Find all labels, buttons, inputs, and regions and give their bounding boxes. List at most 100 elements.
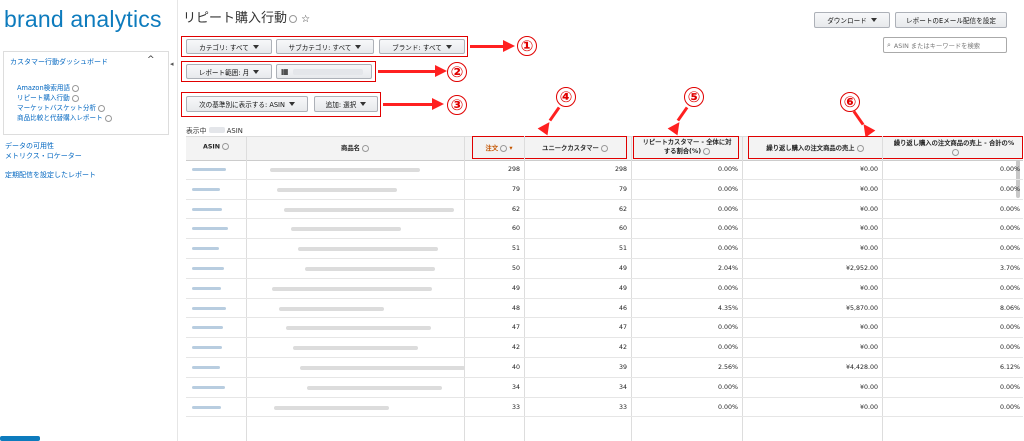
sidebar-item-market-basket[interactable]: マーケットバスケット分析 [17, 102, 106, 112]
cell-unique: 60 [618, 225, 627, 233]
asin-link[interactable] [192, 227, 228, 231]
asin-link[interactable] [192, 385, 225, 389]
arrowhead-icon [432, 98, 444, 110]
category-dropdown[interactable]: カテゴリ: すべて [186, 39, 272, 54]
asin-link[interactable] [192, 405, 221, 409]
results-count: 表示中 ASIN [186, 127, 243, 135]
cell-unique: 39 [618, 364, 627, 371]
asin-link[interactable] [192, 326, 223, 330]
info-icon [703, 147, 711, 155]
cell-sales: ¥4,428.00 [845, 364, 878, 371]
asin-link[interactable] [192, 286, 221, 290]
cell-orders: 298 [507, 166, 520, 173]
column-header-orders[interactable]: 注文 ▾ [476, 143, 522, 152]
subcategory-dropdown[interactable]: サブカテゴリ: すべて [276, 39, 374, 54]
cell-sales: ¥0.00 [859, 383, 878, 391]
email-schedule-button[interactable]: レポートのEメール配信を設定 [895, 12, 1007, 28]
asin-link[interactable] [192, 306, 226, 310]
cell-unique: 33 [618, 403, 627, 411]
report-range-dropdown[interactable]: レポート範囲: 月 [186, 64, 272, 79]
cell-sales: ¥2,952.00 [845, 265, 878, 272]
chevron-up-icon[interactable]: ^ [147, 55, 155, 65]
asin-link[interactable] [192, 247, 219, 251]
cell-pct: 0.00% [717, 166, 738, 173]
cell-pct: 4.35% [717, 304, 738, 312]
arrowhead-icon [667, 118, 685, 136]
info-icon [222, 143, 230, 150]
sidebar-item-search-terms[interactable]: Amazon検索用語 [17, 82, 80, 92]
caret-down-icon [870, 18, 877, 22]
calendar-icon: ▦ [281, 67, 289, 76]
cell-unique: 49 [618, 284, 627, 292]
view-by-dropdown[interactable]: 次の基準別に表示する: ASIN [186, 96, 308, 112]
asin-link[interactable] [192, 168, 226, 171]
asin-link[interactable] [192, 366, 220, 369]
info-icon [361, 144, 369, 152]
cell-sales: ¥0.00 [859, 403, 878, 411]
info-icon [71, 94, 79, 102]
product-name [300, 366, 465, 370]
sort-desc-icon: ▾ [509, 145, 513, 152]
annotation-marker-2: ② [447, 62, 467, 82]
feedback-tab[interactable] [0, 436, 40, 441]
cell-share: 6.12% [999, 364, 1020, 371]
cell-sales: ¥0.00 [859, 205, 878, 213]
sidebar-link-metrics-locator[interactable]: メトリクス・ロケーター [5, 151, 82, 161]
cell-sales: ¥0.00 [859, 166, 878, 173]
cell-sales: ¥0.00 [859, 245, 878, 253]
cell-pct: 0.00% [717, 383, 738, 391]
cell-orders: 48 [511, 304, 520, 312]
column-header-product-name[interactable]: 商品名 [250, 143, 460, 152]
caret-down-icon [355, 44, 362, 49]
date-picker[interactable]: ▦ [276, 64, 372, 79]
annotation-marker-1: ① [517, 36, 537, 56]
caret-down-icon [253, 69, 260, 74]
product-name [272, 286, 432, 291]
cell-share: 0.00% [999, 245, 1020, 253]
column-header-asin[interactable]: ASIN [190, 143, 242, 151]
brand-analytics-logo: brand analytics [4, 6, 162, 32]
cell-sales: ¥0.00 [859, 284, 878, 292]
search-icon: ⌕ [887, 40, 891, 49]
caret-down-icon [252, 44, 259, 49]
asin-link[interactable] [192, 346, 222, 350]
sidebar-item-repeat-purchase[interactable]: リピート購入行動 [17, 92, 79, 102]
caret-down-icon [360, 102, 367, 106]
search-input[interactable]: ⌕ ASIN またはキーワードを検索 [883, 37, 1007, 53]
add-metric-dropdown[interactable]: 追加: 選択 [314, 96, 378, 112]
info-icon [600, 144, 608, 152]
download-button[interactable]: ダウンロード [814, 12, 890, 28]
cell-share: 0.00% [999, 403, 1020, 411]
dashboard-heading[interactable]: カスタマー行動ダッシュボード [10, 57, 108, 67]
cell-orders: 79 [511, 185, 520, 193]
asin-link[interactable] [192, 267, 224, 270]
cell-pct: 2.56% [717, 364, 738, 371]
asin-link[interactable] [192, 187, 220, 191]
star-icon[interactable]: ☆ [301, 14, 310, 25]
sidebar-link-scheduled-reports[interactable]: 定期配信を設定したレポート [5, 170, 96, 180]
cell-pct: 0.00% [717, 205, 738, 213]
cell-share: 0.00% [999, 383, 1020, 391]
column-header-unique-customers[interactable]: ユニークカスタマー [526, 143, 624, 152]
sidebar-link-data-availability[interactable]: データの可用性 [5, 141, 54, 151]
sidebar-item-item-comparison[interactable]: 商品比較と代替購入レポート [17, 112, 112, 122]
column-header-repeat-customer-pct[interactable]: リピートカスタマー - 全体に対 する割合(%) [636, 138, 738, 156]
annotation-arrow-4 [548, 106, 561, 122]
cell-share: 8.06% [999, 304, 1020, 312]
column-header-repeat-sales[interactable]: 繰り返し購入の注文商品の売上 [752, 143, 878, 152]
brand-dropdown[interactable]: ブランド: すべて [379, 39, 465, 54]
cell-orders: 33 [511, 403, 520, 411]
product-name [307, 385, 442, 390]
sidebar-divider [177, 0, 178, 441]
cell-pct: 0.00% [717, 185, 738, 193]
cell-sales: ¥0.00 [859, 185, 878, 193]
cell-pct: 0.00% [717, 284, 738, 292]
annotation-arrow-5 [676, 106, 689, 122]
cell-unique: 46 [618, 304, 627, 312]
info-icon [856, 144, 864, 152]
info-icon [98, 104, 106, 112]
collapse-sidebar-icon[interactable]: ◂ [170, 60, 174, 68]
column-header-repeat-sales-pct[interactable]: 繰り返し購入の注文商品の売上 - 合計の% [886, 139, 1022, 157]
asin-link[interactable] [192, 207, 222, 211]
arrowhead-icon [435, 65, 447, 77]
